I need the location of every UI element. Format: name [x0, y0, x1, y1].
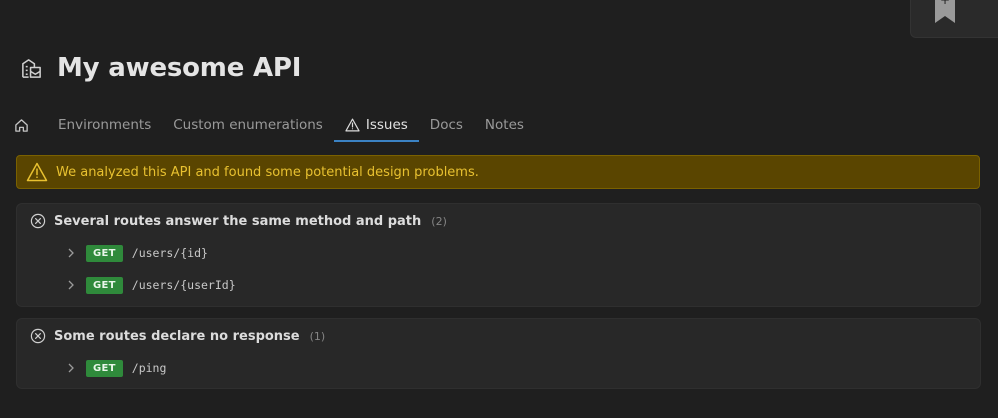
page-header: My awesome API — [20, 52, 301, 84]
tab-custom-enumerations[interactable]: Custom enumerations — [162, 110, 334, 142]
method-badge: GET — [86, 359, 123, 377]
issue-count: (1) — [309, 329, 326, 343]
issue-title: Several routes answer the same method an… — [54, 213, 422, 229]
api-building-icon — [22, 58, 41, 78]
route-row[interactable]: GET /users/{id} — [65, 243, 208, 263]
issue-card: Several routes answer the same method an… — [16, 203, 981, 307]
error-circle-icon — [30, 328, 46, 344]
warning-banner: We analyzed this API and found some pote… — [16, 155, 980, 189]
tab-environments[interactable]: Environments — [47, 110, 162, 142]
error-circle-icon — [30, 213, 46, 229]
issue-title: Some routes declare no response — [54, 328, 300, 344]
tab-label: Docs — [429, 117, 463, 133]
home-icon — [15, 118, 28, 132]
method-badge: GET — [86, 244, 123, 262]
tab-label: Environments — [58, 117, 152, 133]
issue-header: Several routes answer the same method an… — [30, 213, 447, 229]
tab-docs[interactable]: Docs — [419, 110, 474, 142]
issue-header: Some routes declare no response (1) — [30, 328, 325, 344]
warning-icon — [345, 118, 360, 132]
corner-panel: + — [910, 0, 998, 38]
route-path: /users/{id} — [131, 246, 208, 260]
tab-home[interactable] — [12, 110, 47, 142]
page-title: My awesome API — [57, 53, 302, 83]
route-path: /ping — [131, 361, 167, 375]
route-row[interactable]: GET /users/{userId} — [65, 275, 236, 295]
route-row[interactable]: GET /ping — [65, 358, 166, 378]
tab-bar: Environments Custom enumerations Issues … — [12, 110, 535, 142]
chevron-right-icon[interactable] — [65, 247, 77, 259]
route-path: /users/{userId} — [131, 278, 236, 292]
chevron-right-icon[interactable] — [65, 279, 77, 291]
tab-notes[interactable]: Notes — [474, 110, 535, 142]
chevron-right-icon[interactable] — [65, 362, 77, 374]
issue-count: (2) — [431, 214, 447, 228]
tab-label: Notes — [484, 117, 524, 133]
method-badge: GET — [86, 276, 123, 294]
bookmark-plus-glyph: + — [940, 0, 951, 7]
banner-message: We analyzed this API and found some pote… — [56, 164, 479, 180]
tab-label: Issues — [365, 117, 408, 133]
tab-label: Custom enumerations — [173, 117, 323, 133]
warning-icon — [26, 162, 48, 182]
tab-issues[interactable]: Issues — [333, 110, 419, 142]
issue-card: Some routes declare no response (1) GET … — [16, 318, 981, 389]
